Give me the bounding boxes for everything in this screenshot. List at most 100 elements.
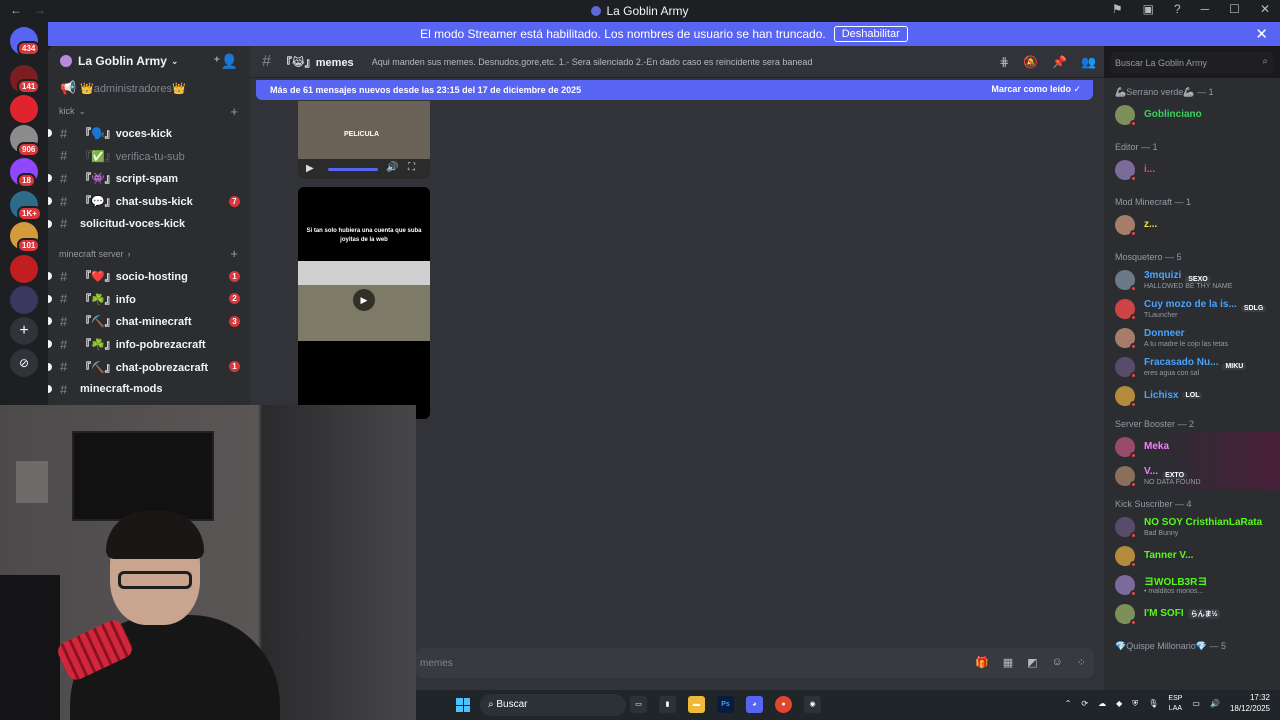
channel-item[interactable]: # 『☘️』info 2	[48, 288, 250, 311]
shield-icon[interactable]: ⛨	[1132, 699, 1138, 709]
avatar	[1115, 104, 1137, 127]
inbox-icon[interactable]: ▣	[1143, 2, 1154, 16]
server-header[interactable]: La Goblin Army ⌄ ⁺👤	[48, 46, 250, 76]
member-item[interactable]: Goblinciano	[1104, 100, 1280, 129]
network-icon[interactable]: ▭	[1192, 699, 1200, 708]
member-item[interactable]: Donneer A tu madre le cojo las tetas	[1104, 323, 1280, 352]
channel-item[interactable]: # 『💬』chat-subs-kick 7	[48, 190, 250, 213]
member-item[interactable]: V... EXTO NO DATA FOUND	[1104, 461, 1280, 490]
member-item[interactable]: z...	[1104, 210, 1280, 239]
member-item[interactable]: i...	[1104, 155, 1280, 184]
flag-icon[interactable]: ⚑	[1112, 2, 1123, 16]
member-item[interactable]: I'M SOFI らんま½	[1104, 599, 1280, 628]
members-icon[interactable]: 👥	[1081, 55, 1096, 69]
maximize-icon[interactable]: ☐	[1229, 2, 1240, 16]
guild-icon[interactable]	[10, 95, 38, 123]
tray-app-icon[interactable]: ◆	[1116, 699, 1122, 708]
onedrive-icon[interactable]: ☁	[1098, 699, 1106, 708]
sticker-icon[interactable]: ◩	[1027, 656, 1037, 669]
file-explorer-icon[interactable]: ▬	[688, 696, 705, 713]
video-attachment[interactable]: Si tan solo hubiera una cuenta que suba …	[298, 187, 430, 419]
guild-badge: 141	[17, 79, 41, 94]
video-attachment[interactable]: PELICULA ▶ 🔊 ⛶	[298, 101, 430, 179]
chat-header: # 『😹』memes Aqui manden sus memes. Desnud…	[250, 46, 1104, 78]
channel-topic[interactable]: Aqui manden sus memes. Desnudos,gore,etc…	[372, 57, 812, 67]
photoshop-icon[interactable]: Ps	[717, 696, 734, 713]
obs-icon[interactable]: ◉	[804, 696, 821, 713]
category-minecraft[interactable]: minecraft server › +	[48, 243, 250, 265]
sticky-app-icon[interactable]: ▮	[659, 696, 676, 713]
channel-item[interactable]: # 『👾』script-spam	[48, 167, 250, 190]
chrome-icon[interactable]: ●	[775, 696, 792, 713]
video-controls: ▶ 🔊 ⛶	[298, 159, 430, 179]
close-window-icon[interactable]: ✕	[1260, 2, 1270, 16]
windows-start-icon[interactable]	[456, 698, 470, 712]
add-channel-icon[interactable]: +	[230, 246, 238, 261]
discover-icon[interactable]: ⊘	[10, 349, 38, 377]
new-messages-bar[interactable]: Más de 61 mensajes nuevos desde las 23:1…	[256, 80, 1093, 100]
mic-icon[interactable]: 🎙	[1148, 699, 1158, 708]
system-clock[interactable]: 17:32 18/12/2025	[1230, 693, 1270, 715]
message-input[interactable]: memes 🎁 ▦ ◩ ☺ ⁘	[416, 648, 1094, 678]
status-dot	[1130, 451, 1137, 459]
mark-read-label: Marcar como leído	[991, 84, 1071, 94]
play-icon[interactable]: ▶	[306, 163, 314, 174]
tray-app-icon[interactable]: ⟳	[1081, 699, 1088, 708]
channel-administradores[interactable]: 📢 👑administradores👑	[48, 76, 250, 100]
member-item[interactable]: Cuy mozo de la is... SDLG TLauncher	[1104, 294, 1280, 323]
fullscreen-icon[interactable]: ⛶	[408, 162, 415, 173]
add-channel-icon[interactable]: +	[230, 104, 238, 119]
gift-icon[interactable]: 🎁	[975, 656, 989, 669]
member-item[interactable]: Lichisx LOL	[1104, 381, 1280, 410]
guild-badge: 101	[17, 238, 41, 253]
channel-item[interactable]: # 『⛏️』chat-minecraft 3	[48, 310, 250, 333]
discord-icon[interactable]: ◕	[746, 696, 763, 713]
apps-icon[interactable]: ⁘	[1077, 656, 1086, 669]
member-name: i...	[1144, 164, 1156, 175]
channel-item[interactable]: # 『❤️』socio-hosting 1	[48, 265, 250, 288]
play-icon[interactable]: ▶	[353, 289, 375, 311]
status-dot	[1130, 589, 1137, 597]
task-view-icon[interactable]: ▭	[630, 696, 647, 713]
member-item[interactable]: ヨWOLB3Rヨ • malditos monos...	[1104, 570, 1280, 599]
threads-icon[interactable]: ⋕	[999, 55, 1009, 69]
guild-icon[interactable]	[10, 286, 38, 314]
tray-expand-icon[interactable]: ⌃	[1065, 699, 1072, 708]
taskbar-search[interactable]: ⌕ Buscar	[480, 694, 626, 716]
minimize-icon[interactable]: ─	[1201, 2, 1210, 16]
unread-indicator	[48, 362, 52, 371]
add-server-icon[interactable]: +	[10, 317, 38, 345]
member-item[interactable]: 3mquizi SEXO HALLOWED BE THY NAME	[1104, 265, 1280, 294]
text-channel-icon: #	[60, 193, 68, 209]
member-item[interactable]: Fracasado Nu... MIKU eres agua con sal	[1104, 352, 1280, 381]
category-kick[interactable]: kick ⌄ +	[48, 100, 250, 122]
channel-item[interactable]: # 『🗣️』voces-kick	[48, 122, 250, 145]
channel-item[interactable]: # 『☘️』info-pobrezacraft	[48, 333, 250, 356]
guild-icon[interactable]	[10, 255, 38, 283]
member-item[interactable]: Tanner V...	[1104, 541, 1280, 570]
channel-item[interactable]: # 『✅』verifica-tu-sub	[48, 145, 250, 168]
channel-item[interactable]: # solicitud-voces-kick	[48, 212, 250, 235]
member-item[interactable]: Meka	[1104, 432, 1280, 461]
notifications-muted-icon[interactable]: 🔕	[1023, 55, 1038, 69]
channel-item[interactable]: # minecraft-mods	[48, 378, 250, 401]
invite-user-icon[interactable]: ⁺👤	[213, 53, 238, 70]
volume-icon[interactable]: 🔊	[386, 162, 398, 173]
member-item[interactable]: NO SOY CristhianLaRata Bad Bunny	[1104, 512, 1280, 541]
mark-as-read-button[interactable]: Marcar como leído ✓	[991, 84, 1081, 95]
text-channel-icon: #	[262, 52, 271, 70]
windows-taskbar: ⌕ Buscar ▭ ▮ ▬ Ps ◕ ● ◉ ⌃ ⟳ ☁ ◆ ⛨ 🎙 ESP L…	[416, 690, 1280, 720]
language-indicator[interactable]: ESP LAA	[1168, 694, 1182, 713]
gif-icon[interactable]: ▦	[1003, 656, 1013, 669]
help-icon[interactable]: ?	[1174, 2, 1181, 16]
search-input[interactable]: Buscar La Goblin Army ⌕	[1110, 52, 1274, 73]
close-icon[interactable]: ✕	[1255, 25, 1268, 43]
channel-item[interactable]: # 『⛏️』chat-pobrezacraft 1	[48, 355, 250, 378]
volume-slider[interactable]	[328, 168, 378, 171]
emoji-icon[interactable]: ☺	[1052, 656, 1063, 669]
volume-icon[interactable]: 🔊	[1210, 699, 1220, 708]
avatar	[1115, 574, 1137, 597]
pin-icon[interactable]: 📌	[1052, 55, 1067, 69]
member-name: V...	[1144, 465, 1159, 477]
disable-streamer-button[interactable]: Deshabilitar	[833, 26, 908, 42]
